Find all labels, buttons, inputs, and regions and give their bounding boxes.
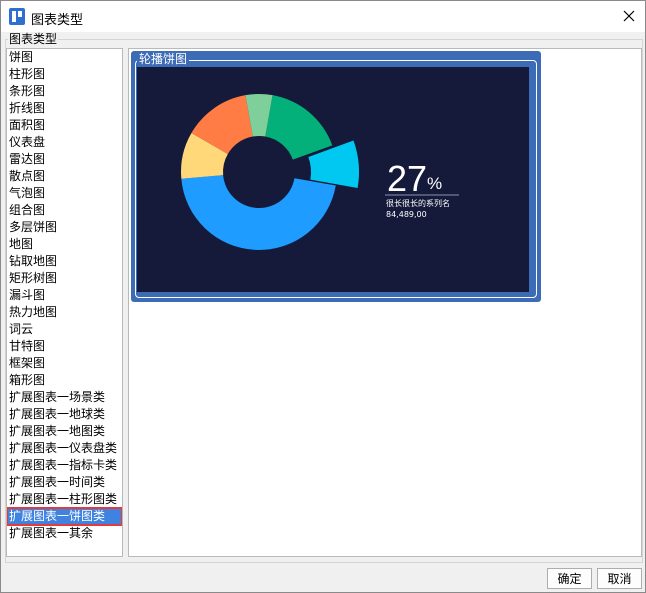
chart-type-dialog: 图表类型 图表类型 饼图 柱形图 条形图 折线图 面积图 仪表盘 雷达图 散点图 气泡图 组合图多… — [0, 0, 646, 593]
percent-value: 27 — [387, 158, 427, 199]
list-item[interactable]: 扩展图表一其余 — [7, 525, 122, 542]
list-item[interactable]: 散点图 — [7, 168, 122, 185]
ok-button[interactable]: 确定 — [547, 568, 592, 589]
thumbnail-label: 轮播饼图 — [137, 52, 190, 66]
donut-slice — [181, 175, 336, 251]
list-item[interactable]: 条形图 — [7, 83, 122, 100]
series-name: 很长很长的系列名 — [386, 198, 450, 208]
list-item[interactable]: 地图 — [7, 236, 122, 253]
list-item[interactable]: 箱形图 — [7, 372, 122, 389]
titlebar: 图表类型 — [1, 1, 645, 32]
list-item[interactable]: 饼图 — [7, 49, 122, 66]
series-value: 84,489,00 — [386, 210, 427, 219]
list-item[interactable]: 钻取地图 — [7, 253, 122, 270]
list-item[interactable]: 折线图 — [7, 100, 122, 117]
list-item[interactable]: 多层饼图 — [7, 219, 122, 236]
list-item[interactable]: 气泡图 — [7, 185, 122, 202]
list-item[interactable]: 仪表盘 — [7, 134, 122, 151]
cancel-button[interactable]: 取消 — [597, 568, 642, 589]
groupbox-label: 图表类型 — [8, 32, 59, 46]
percent-sign: % — [427, 174, 442, 193]
list-item[interactable]: 扩展图表一地球类 — [7, 406, 122, 423]
list-item[interactable]: 框架图 — [7, 355, 122, 372]
list-item[interactable]: 扩展图表一时间类 — [7, 474, 122, 491]
chart-thumbnail[interactable]: 轮播饼图 27 % 很长很长的系列名 84,489,00 — [131, 51, 541, 302]
carousel-pie-preview: 27 % 很长很长的系列名 84,489,00 — [181, 94, 459, 251]
list-item[interactable]: 组合图 — [7, 202, 122, 219]
chart-type-list[interactable]: 饼图 柱形图 条形图 折线图 面积图 仪表盘 雷达图 散点图 气泡图 组合图 多层饼图 地图 钻取地图矩… — [6, 48, 123, 557]
list-item[interactable]: 扩展图表一地图类 — [7, 423, 122, 440]
list-item[interactable]: 甘特图 — [7, 338, 122, 355]
list-item[interactable]: 扩展图表一柱形图类 — [7, 491, 122, 508]
list-item[interactable]: 柱形图 — [7, 66, 122, 83]
list-item[interactable]: 扩展图表一指标卡类 — [7, 457, 122, 474]
list-item[interactable]: 面积图 — [7, 117, 122, 134]
donut-slice — [265, 95, 333, 160]
list-item[interactable]: 扩展图表一仪表盘类 — [7, 440, 122, 457]
window-title: 图表类型 — [31, 13, 84, 28]
list-item[interactable]: 雷达图 — [7, 151, 122, 168]
close-icon — [623, 10, 635, 22]
list-item[interactable]: 扩展图表一场景类 — [7, 389, 122, 406]
list-item[interactable]: 热力地图 — [7, 304, 122, 321]
chart-preview-panel: 轮播饼图 27 % 很长很长的系列名 84,489,00 — [128, 48, 642, 557]
thumbnail-canvas: 27 % 很长很长的系列名 84,489,00 — [137, 67, 529, 292]
app-icon — [9, 8, 25, 25]
close-button[interactable] — [617, 5, 641, 27]
list-item[interactable]: 矩形树图 — [7, 270, 122, 287]
donut-chart — [181, 94, 359, 251]
list-item[interactable]: 漏斗图 — [7, 287, 122, 304]
list-item-selected[interactable]: 扩展图表一饼图类 — [7, 507, 122, 526]
list-item[interactable]: 词云 — [7, 321, 122, 338]
